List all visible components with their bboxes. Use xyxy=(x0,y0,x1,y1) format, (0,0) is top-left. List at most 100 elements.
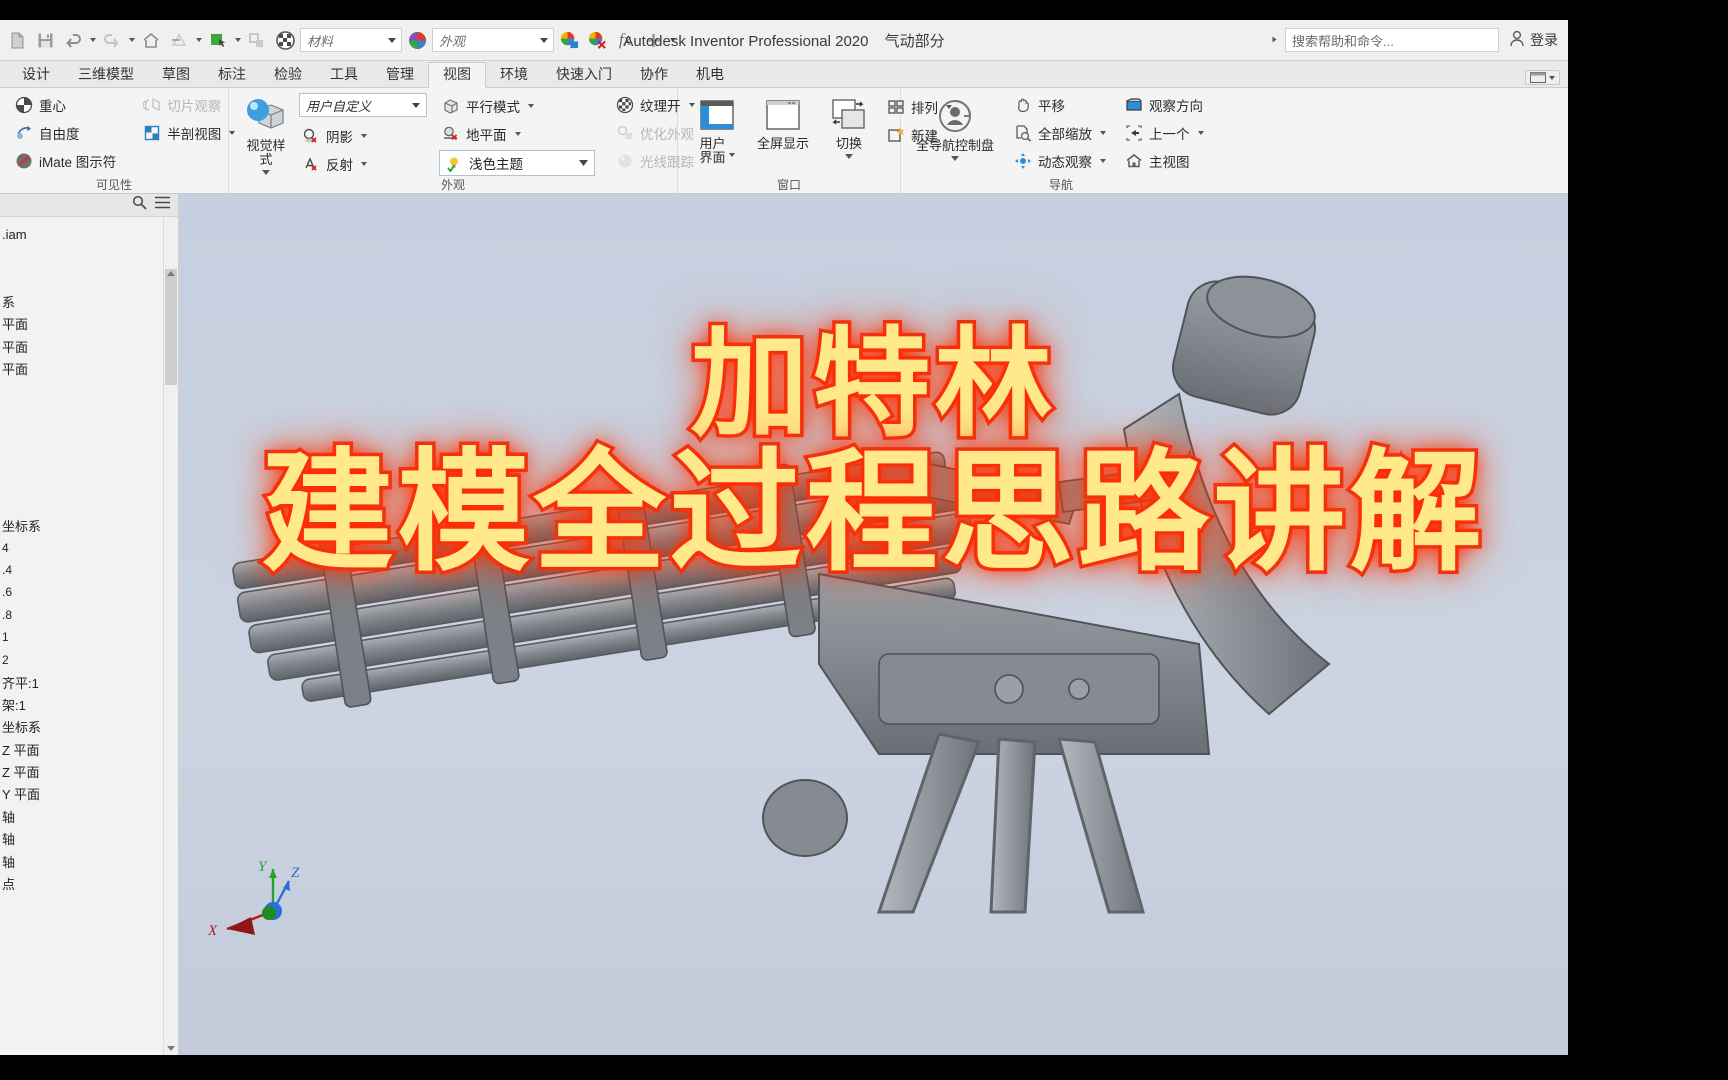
chevron-down-icon[interactable] xyxy=(951,156,959,161)
tree-item[interactable]: 坐标系 xyxy=(0,514,178,536)
button-pan[interactable]: 平移 xyxy=(1011,93,1108,117)
button-shadows[interactable]: 阴影 xyxy=(299,124,427,148)
tree-item[interactable]: 点 xyxy=(0,872,178,894)
tree-item[interactable]: .iam xyxy=(0,223,178,245)
model-tree[interactable]: .iam 系平面 平面 平面 坐标系 4.4.6.8 1 2 齐平:1 架:1 坐标系 Z 平面 Z 平… xyxy=(0,217,178,1055)
tree-item[interactable]: Z 平面 xyxy=(0,760,178,782)
search-icon[interactable] xyxy=(132,195,147,215)
visual-style-combobox[interactable]: 用户自定义 xyxy=(299,93,427,117)
button-center-of-gravity[interactable]: 重心 xyxy=(12,93,118,117)
button-ground-plane[interactable]: 地平面 xyxy=(439,122,595,146)
tree-item[interactable] xyxy=(0,469,178,491)
chevron-down-icon[interactable] xyxy=(728,153,735,157)
select-dropdown-caret[interactable] xyxy=(233,26,242,54)
chevron-down-icon[interactable] xyxy=(408,103,424,108)
tree-item[interactable] xyxy=(0,402,178,424)
tree-item[interactable]: .4 xyxy=(0,559,178,581)
button-half-section-view[interactable]: 半剖视图 xyxy=(140,121,237,145)
return-icon[interactable] xyxy=(244,26,270,54)
tree-item[interactable] xyxy=(0,268,178,290)
chevron-down-icon[interactable] xyxy=(528,104,534,108)
ribbon-display-options-button[interactable] xyxy=(1525,70,1560,85)
ribbon-tab-10[interactable]: 协作 xyxy=(626,63,682,87)
new-icon[interactable] xyxy=(4,26,30,54)
button-user-interface[interactable]: 用户 界面 xyxy=(686,93,748,165)
ribbon-tab-9[interactable]: 快速入门 xyxy=(542,63,626,87)
tree-item[interactable]: Z 平面 xyxy=(0,738,178,760)
button-degrees-of-freedom[interactable]: 自由度 xyxy=(12,121,118,145)
button-view-direction[interactable]: 观察方向 xyxy=(1122,93,1206,117)
search-expand-caret-icon[interactable] xyxy=(1261,36,1289,45)
home-icon[interactable] xyxy=(138,26,164,54)
undo-icon[interactable] xyxy=(60,26,86,54)
chevron-down-icon[interactable] xyxy=(845,154,853,159)
tree-item[interactable]: 坐标系 xyxy=(0,716,178,738)
appearance-caret-icon[interactable] xyxy=(537,38,551,43)
ribbon-tab-0[interactable]: 设计 xyxy=(8,63,64,87)
tree-item[interactable] xyxy=(0,492,178,514)
tree-item[interactable] xyxy=(0,425,178,447)
tree-item[interactable]: 4 xyxy=(0,536,178,558)
button-full-screen[interactable]: 全屏显示 xyxy=(752,93,814,151)
button-previous-view[interactable]: 上一个 xyxy=(1122,121,1206,145)
parameters-icon[interactable]: fx xyxy=(612,26,638,54)
ribbon-tab-2[interactable]: 草图 xyxy=(148,63,204,87)
tree-item[interactable]: 轴 xyxy=(0,828,178,850)
theme-combobox[interactable]: 浅色主题 xyxy=(439,150,595,176)
tree-item[interactable]: 齐平:1 xyxy=(0,671,178,693)
button-zoom-all[interactable]: 全部缩放 xyxy=(1011,121,1108,145)
tree-item[interactable]: 平面 xyxy=(0,313,178,335)
tree-item[interactable]: 轴 xyxy=(0,850,178,872)
redo-icon[interactable] xyxy=(99,26,125,54)
updates-dropdown-caret[interactable] xyxy=(194,26,203,54)
qat-options-caret[interactable] xyxy=(668,26,677,54)
search-input[interactable]: 搜索帮助和命令... xyxy=(1285,28,1499,52)
chevron-down-icon[interactable] xyxy=(514,132,521,136)
tree-item[interactable] xyxy=(0,245,178,267)
tree-item[interactable]: 系 xyxy=(0,290,178,312)
tree-item[interactable]: .6 xyxy=(0,581,178,603)
appearance-icon[interactable] xyxy=(404,26,430,54)
hamburger-icon[interactable] xyxy=(155,196,170,214)
tree-item[interactable]: .8 xyxy=(0,604,178,626)
redo-dropdown-caret[interactable] xyxy=(127,26,136,54)
button-imate-glyph[interactable]: iMate 图示符 xyxy=(12,149,118,173)
ribbon-tab-6[interactable]: 管理 xyxy=(372,63,428,87)
button-orbit[interactable]: 动态观察 xyxy=(1011,149,1108,173)
tree-item[interactable] xyxy=(0,380,178,402)
chevron-down-icon[interactable] xyxy=(1549,75,1555,80)
material-caret-icon[interactable] xyxy=(385,38,399,43)
ribbon-tab-7[interactable]: 视图 xyxy=(428,62,486,88)
ribbon-tab-3[interactable]: 标注 xyxy=(204,63,260,87)
chevron-down-icon[interactable] xyxy=(1100,131,1106,135)
chevron-down-icon[interactable] xyxy=(1100,159,1106,163)
ribbon-tab-11[interactable]: 机电 xyxy=(682,63,738,87)
button-home-view[interactable]: 主视图 xyxy=(1122,149,1206,173)
tree-item[interactable]: 2 xyxy=(0,648,178,670)
viewport-3d[interactable]: Y Z X 加特林 建模全过程思路讲解 xyxy=(179,194,1568,1055)
tree-item[interactable] xyxy=(0,447,178,469)
button-slice-view[interactable]: 切片观察 xyxy=(140,93,237,117)
select-icon[interactable] xyxy=(205,26,231,54)
scroll-up-arrow-icon[interactable] xyxy=(167,271,175,276)
chevron-down-icon[interactable] xyxy=(361,162,367,166)
ribbon-tab-1[interactable]: 三维模型 xyxy=(64,63,148,87)
button-steering-wheel[interactable]: 全导航控制盘 xyxy=(909,93,1001,161)
tree-scrollbar[interactable] xyxy=(163,217,178,1055)
material-browser-icon[interactable] xyxy=(272,26,298,54)
button-reflections[interactable]: 反射 xyxy=(299,152,427,176)
sign-in-button[interactable]: 登录 xyxy=(1505,30,1562,50)
tree-item[interactable]: 轴 xyxy=(0,805,178,827)
tree-item[interactable]: Y 平面 xyxy=(0,783,178,805)
chevron-down-icon[interactable] xyxy=(1197,131,1204,135)
scroll-down-arrow-icon[interactable] xyxy=(167,1046,175,1051)
button-switch-window[interactable]: 切换 xyxy=(818,93,880,159)
ribbon-tab-5[interactable]: 工具 xyxy=(316,63,372,87)
button-visual-style[interactable]: 视觉样式 xyxy=(243,93,289,175)
chevron-down-icon[interactable] xyxy=(361,134,367,138)
add-qat-icon[interactable] xyxy=(640,26,666,54)
button-parallel-projection[interactable]: 平行模式 xyxy=(439,94,595,118)
tree-item[interactable]: 架:1 xyxy=(0,693,178,715)
tree-item[interactable]: 平面 xyxy=(0,335,178,357)
chevron-down-icon[interactable] xyxy=(574,160,592,166)
